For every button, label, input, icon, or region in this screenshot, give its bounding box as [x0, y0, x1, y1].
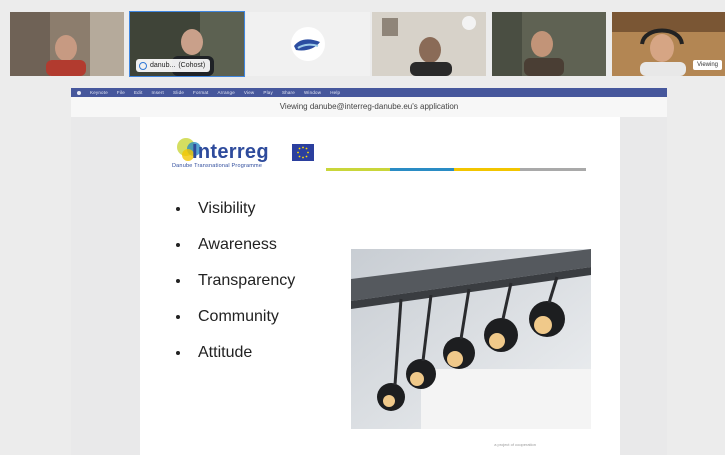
participant-tag: Viewing: [693, 60, 722, 70]
shared-app-menubar: Keynote File Edit Insert Slide Format Ar…: [71, 88, 667, 97]
bullet-text: Awareness: [198, 236, 277, 253]
apple-icon: [77, 90, 81, 95]
participant-role: (Cohost): [178, 62, 206, 69]
bullet-item: Attitude: [176, 343, 295, 379]
rule-segment: [326, 168, 390, 171]
bullet-item: Community: [176, 307, 295, 343]
bullet-dot: [176, 279, 180, 283]
eu-flag-icon: [292, 144, 314, 161]
bullet-list: Visibility Awareness Transparency Commun…: [176, 199, 295, 379]
bullet-dot: [176, 207, 180, 211]
bullet-text: Attitude: [198, 344, 253, 361]
bullet-text: Visibility: [198, 200, 256, 217]
menubar-item: Share: [281, 90, 295, 95]
menubar-item: Edit: [133, 90, 143, 95]
menubar-item: Play: [263, 90, 273, 95]
brand-subtitle: Danube Transnational Programme: [172, 163, 263, 169]
bullet-item: Awareness: [176, 235, 295, 271]
host-avatar-tile[interactable]: [246, 12, 370, 76]
slide-footnote: a project of cooperation: [494, 442, 536, 447]
participant-name-tag: danub... (Cohost): [136, 59, 211, 72]
menubar-item: Keynote: [90, 90, 108, 95]
shared-screen-right-margin: [620, 97, 667, 455]
menubar-item: Insert: [151, 90, 165, 95]
danube-logo-icon: [291, 27, 325, 61]
menubar-item: File: [116, 90, 125, 95]
presentation-slide: Interreg Danube Transnational Programme …: [140, 117, 620, 455]
participant-video-2[interactable]: danub... (Cohost): [129, 11, 245, 77]
viewing-banner: Viewing danube@interreg-danube.eu's appl…: [71, 97, 667, 117]
menubar-item: Format: [193, 90, 209, 95]
menubar-item: Help: [330, 90, 341, 95]
bullet-text: Community: [198, 308, 279, 325]
spotlights-photo: [351, 249, 591, 429]
bullet-dot: [176, 243, 180, 247]
participant-strip: danub... (Cohost) Viewing: [0, 0, 725, 84]
menubar-item: View: [243, 90, 255, 95]
participant-video-3[interactable]: [372, 12, 486, 76]
rule-segment: [520, 168, 586, 171]
participant-name: danub...: [150, 62, 176, 69]
menubar-item: Window: [303, 90, 322, 95]
brand-wordmark: Interreg: [192, 141, 269, 163]
bullet-dot: [176, 315, 180, 319]
bullet-text: Transparency: [198, 272, 296, 289]
rule-segment: [390, 168, 454, 171]
participant-video-1[interactable]: [10, 12, 124, 76]
rule-segment: [454, 168, 520, 171]
bullet-item: Visibility: [176, 199, 295, 235]
mic-icon: [139, 61, 147, 70]
participant-video-5[interactable]: Viewing: [612, 12, 725, 76]
menubar-item: Slide: [173, 90, 185, 95]
shared-screen-left-margin: [71, 97, 140, 455]
bullet-item: Transparency: [176, 271, 295, 307]
participant-video-4[interactable]: [492, 12, 606, 76]
bullet-dot: [176, 351, 180, 355]
menubar-item: Arrange: [217, 90, 235, 95]
